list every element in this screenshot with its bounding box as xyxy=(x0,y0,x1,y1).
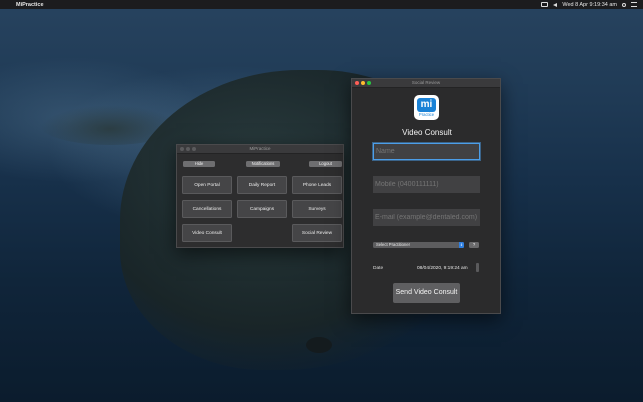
practitioner-select[interactable]: Select Practitioner ⇕ xyxy=(373,242,464,248)
social-review-titlebar[interactable]: Social Review xyxy=(352,79,500,88)
menu-bar: MiPractice Wed 8 Apr 9:19:34 am xyxy=(0,0,643,9)
date-stepper[interactable] xyxy=(476,263,479,272)
close-icon[interactable] xyxy=(355,81,359,85)
zoom-icon[interactable] xyxy=(367,81,371,85)
campaigns-button[interactable]: Campaigns xyxy=(237,200,287,218)
clock[interactable]: Wed 8 Apr 9:19:34 am xyxy=(562,2,617,8)
volume-icon[interactable] xyxy=(553,2,558,7)
social-review-button[interactable]: Social Review xyxy=(292,224,342,242)
close-icon[interactable] xyxy=(180,147,184,151)
zoom-icon[interactable] xyxy=(192,147,196,151)
mobile-input[interactable] xyxy=(373,176,480,193)
app-menu-name[interactable]: MiPractice xyxy=(16,2,44,8)
display-icon[interactable] xyxy=(541,2,549,7)
video-consult-button[interactable]: Video Consult xyxy=(182,224,232,242)
logo-tagline: Practice xyxy=(418,112,435,117)
mipractice-titlebar[interactable]: MiPractice xyxy=(177,145,343,154)
social-review-window: Social Review mi Practice Video Consult … xyxy=(351,78,501,314)
cancellations-button[interactable]: Cancellations xyxy=(182,200,232,218)
name-input[interactable] xyxy=(373,143,480,160)
practitioner-select-value: Select Practitioner xyxy=(376,242,410,247)
phone-leads-button[interactable]: Phone Leads xyxy=(292,176,342,194)
minimize-icon[interactable] xyxy=(186,147,190,151)
hide-button[interactable]: Hide xyxy=(183,161,215,167)
mipractice-window: MiPractice Hide Notifications Logout Ope… xyxy=(176,144,344,248)
spotlight-search-icon[interactable] xyxy=(622,2,626,7)
mipractice-logo: mi Practice xyxy=(414,95,439,120)
notifications-button[interactable]: Notifications xyxy=(246,161,280,167)
control-center-icon[interactable] xyxy=(631,2,637,7)
open-portal-button[interactable]: Open Portal xyxy=(182,176,232,194)
email-input[interactable] xyxy=(373,209,480,226)
logout-button[interactable]: Logout xyxy=(309,161,342,167)
status-area: Wed 8 Apr 9:19:34 am xyxy=(541,0,637,9)
logo-mark: mi xyxy=(417,98,436,112)
page-title: Video Consult xyxy=(402,128,452,137)
daily-report-button[interactable]: Daily Report xyxy=(237,176,287,194)
sea-rock xyxy=(306,337,332,353)
date-label: Date xyxy=(373,266,384,271)
chevron-updown-icon: ⇕ xyxy=(459,242,464,248)
minimize-icon[interactable] xyxy=(361,81,365,85)
help-button[interactable]: ? xyxy=(469,242,479,248)
window-title: Social Review xyxy=(411,80,441,85)
window-title: MiPractice xyxy=(249,146,271,151)
date-picker[interactable]: 08/04/2020, 9:19:24 am xyxy=(417,266,468,271)
send-video-consult-button[interactable]: Send Video Consult xyxy=(393,283,460,303)
surveys-button[interactable]: Surveys xyxy=(292,200,342,218)
